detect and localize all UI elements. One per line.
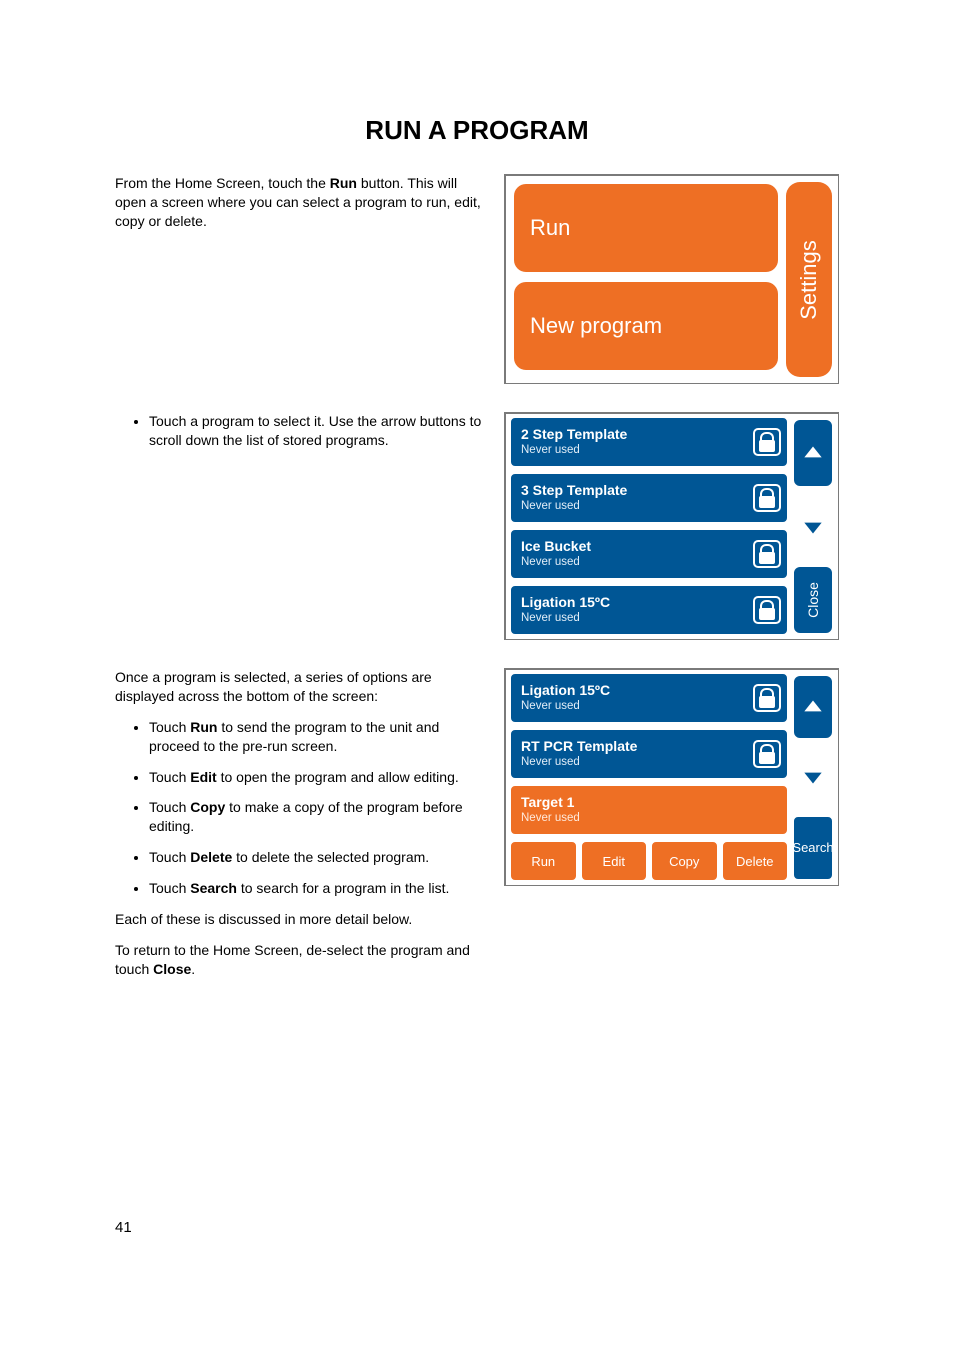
scroll-up-button[interactable]: [792, 418, 834, 488]
home-newprogram-tile[interactable]: New program: [512, 280, 780, 372]
scroll-up-button[interactable]: [792, 674, 834, 740]
program-name: Ligation 15ºC: [521, 595, 610, 610]
lock-icon: [753, 540, 781, 568]
program-status: Never used: [521, 700, 610, 713]
home-newprogram-label: New program: [530, 313, 662, 339]
program-status: Never used: [521, 556, 591, 569]
options-intro: Once a program is selected, a series of …: [115, 668, 486, 706]
lock-icon: [753, 428, 781, 456]
search-button[interactable]: Search: [792, 815, 834, 881]
program-status: Never used: [521, 500, 627, 513]
close-button[interactable]: Close: [792, 565, 834, 635]
list-item-selected[interactable]: Target 1 Never used: [509, 784, 789, 836]
lock-icon: [753, 740, 781, 768]
action-toolbar: Run Edit Copy Delete: [506, 838, 792, 885]
list-item[interactable]: Ligation 15ºC Never used: [509, 584, 789, 636]
intro-text-a: From the Home Screen, touch the: [115, 175, 330, 191]
page-title: RUN A PROGRAM: [115, 115, 839, 146]
list-item[interactable]: RT PCR Template Never used: [509, 728, 789, 780]
program-status: Never used: [521, 444, 627, 457]
chevron-up-icon: [800, 440, 826, 466]
list-item[interactable]: 3 Step Template Never used: [509, 472, 789, 524]
home-run-tile[interactable]: Run: [512, 182, 780, 274]
run-button[interactable]: Run: [509, 840, 578, 882]
copy-button[interactable]: Copy: [650, 840, 719, 882]
program-list-panel: 2 Step Template Never used 3 Step Templa…: [504, 412, 839, 640]
program-status: Never used: [521, 756, 637, 769]
close-label: Close: [805, 582, 821, 618]
program-name: Ice Bucket: [521, 539, 591, 554]
edit-button[interactable]: Edit: [580, 840, 649, 882]
option-run: Touch Run to send the program to the uni…: [149, 718, 486, 756]
program-selected-panel: Ligation 15ºC Never used RT PCR Template…: [504, 668, 839, 886]
option-search: Touch Search to search for a program in …: [149, 879, 486, 898]
home-settings-tab[interactable]: Settings: [786, 182, 832, 377]
page-number: 41: [115, 1219, 132, 1236]
trailer-2: To return to the Home Screen, de-select …: [115, 941, 486, 979]
list-item[interactable]: Ice Bucket Never used: [509, 528, 789, 580]
program-status: Never used: [521, 812, 580, 825]
intro-text-b: Run: [330, 175, 357, 191]
bullet-select-program: Touch a program to select it. Use the ar…: [149, 412, 486, 450]
scroll-down-button[interactable]: [792, 492, 834, 562]
program-name: Target 1: [521, 795, 580, 810]
home-run-label: Run: [530, 215, 570, 241]
home-settings-label: Settings: [796, 240, 822, 320]
trailer-1: Each of these is discussed in more detai…: [115, 910, 486, 929]
lock-icon: [753, 596, 781, 624]
list-item[interactable]: Ligation 15ºC Never used: [509, 672, 789, 724]
list-item[interactable]: 2 Step Template Never used: [509, 416, 789, 468]
home-screen-panel: Run New program Settings: [504, 174, 839, 384]
intro-text: From the Home Screen, touch the Run butt…: [115, 174, 486, 231]
chevron-down-icon: [800, 764, 826, 790]
option-copy: Touch Copy to make a copy of the program…: [149, 798, 486, 836]
program-name: RT PCR Template: [521, 739, 637, 754]
option-delete: Touch Delete to delete the selected prog…: [149, 848, 486, 867]
program-name: 2 Step Template: [521, 427, 627, 442]
delete-button[interactable]: Delete: [721, 840, 790, 882]
chevron-up-icon: [800, 694, 826, 720]
lock-icon: [753, 684, 781, 712]
chevron-down-icon: [800, 514, 826, 540]
program-name: 3 Step Template: [521, 483, 627, 498]
program-status: Never used: [521, 612, 610, 625]
option-edit: Touch Edit to open the program and allow…: [149, 768, 486, 787]
program-name: Ligation 15ºC: [521, 683, 610, 698]
scroll-down-button[interactable]: [792, 744, 834, 810]
lock-icon: [753, 484, 781, 512]
